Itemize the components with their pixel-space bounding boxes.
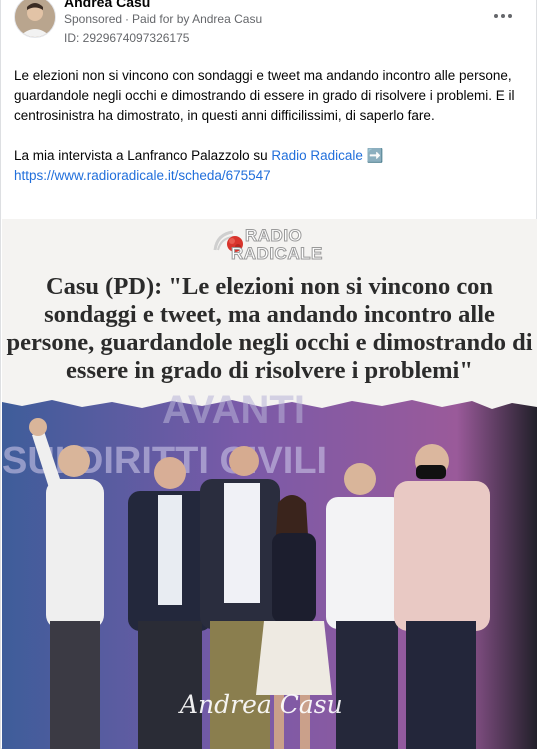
logo-word-radio: RADIO bbox=[244, 226, 303, 246]
radio-radicale-link[interactable]: Radio Radicale bbox=[271, 148, 363, 163]
sponsored-label[interactable]: Sponsored bbox=[64, 12, 122, 26]
ad-creative-image[interactable]: RADIO RADICALE Casu (PD): "Le elezioni n… bbox=[2, 219, 537, 749]
ad-id: ID: 2929674097326175 bbox=[64, 31, 190, 45]
more-horizontal-icon bbox=[494, 14, 512, 18]
post-paragraph-2: La mia intervista a Lanfranco Palazzolo … bbox=[14, 146, 524, 186]
sponsored-post-card: Andrea Casu Sponsored · Paid for by Andrea… bbox=[0, 0, 537, 749]
interview-url-link[interactable]: https://www.radioradicale.it/scheda/6755… bbox=[14, 168, 271, 183]
post-paragraph-1: Le elezioni non si vincono con sondaggi … bbox=[14, 68, 515, 123]
logo-word-radicale: RADICALE bbox=[231, 244, 323, 264]
author-name[interactable]: Andrea Casu bbox=[64, 0, 150, 10]
interview-text: La mia intervista a Lanfranco Palazzolo … bbox=[14, 148, 272, 163]
creative-headline: Casu (PD): "Le elezioni non si vincono c… bbox=[6, 273, 533, 384]
signature-text: Andrea Casu bbox=[178, 690, 343, 719]
paid-for-label[interactable]: Paid for by Andrea Casu bbox=[132, 12, 262, 26]
post-header: Andrea Casu Sponsored · Paid for by Andrea… bbox=[1, 0, 536, 52]
arrow-right-icon: ➡️ bbox=[366, 148, 384, 163]
meta-separator: · bbox=[125, 12, 130, 26]
campaign-photo: AVANTI SUI DIRITTI CIVILI Andrea Casu bbox=[2, 388, 537, 749]
author-avatar[interactable] bbox=[14, 0, 56, 38]
group-photo-illustration: AVANTI SUI DIRITTI CIVILI Andrea Casu bbox=[2, 388, 537, 749]
avatar-portrait-icon bbox=[15, 0, 55, 37]
banner-avanti-text: AVANTI bbox=[162, 395, 305, 432]
radio-radicale-logo: RADIO RADICALE bbox=[213, 224, 323, 266]
post-meta: Sponsored · Paid for by Andrea Casu bbox=[64, 12, 262, 26]
more-options-button[interactable] bbox=[488, 4, 518, 28]
post-body: Le elezioni non si vincono con sondaggi … bbox=[14, 66, 524, 186]
